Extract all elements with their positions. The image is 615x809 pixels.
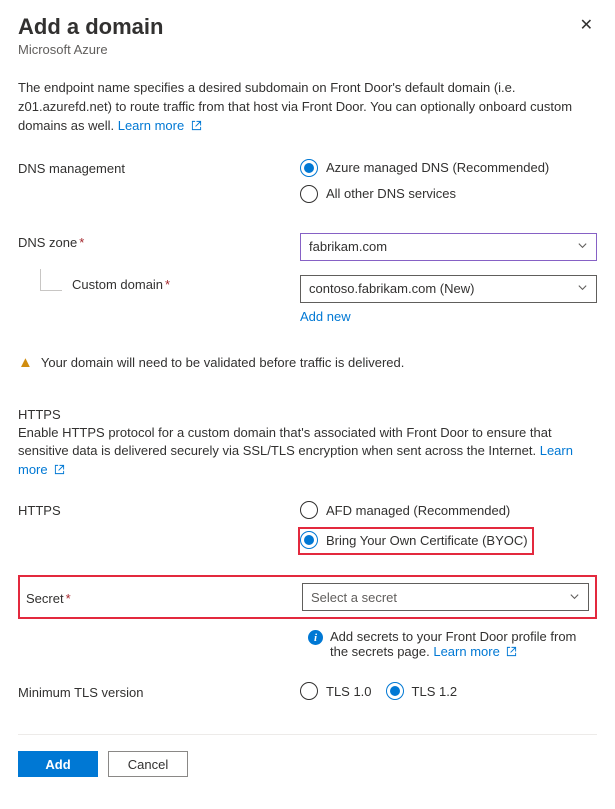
add-button[interactable]: Add (18, 751, 98, 777)
tls-label: Minimum TLS version (18, 683, 300, 700)
intro-body: The endpoint name specifies a desired su… (18, 80, 572, 133)
https-section-title: HTTPS (18, 407, 597, 422)
tls-12-radio[interactable]: TLS 1.2 (386, 682, 458, 700)
add-new-link[interactable]: Add new (300, 309, 351, 324)
secret-placeholder: Select a secret (311, 590, 397, 605)
dns-zone-label: DNS zone* (18, 233, 300, 250)
radio-selected-icon (386, 682, 404, 700)
radio-selected-icon (300, 159, 318, 177)
tls-10-radio[interactable]: TLS 1.0 (300, 682, 372, 700)
radio-unselected-icon (300, 501, 318, 519)
dns-mgmt-azure-label: Azure managed DNS (Recommended) (326, 160, 549, 175)
chevron-down-icon (577, 281, 588, 296)
secret-info-text: Add secrets to your Front Door profile f… (330, 629, 597, 660)
dns-mgmt-azure-radio[interactable]: Azure managed DNS (Recommended) (300, 159, 597, 177)
secret-learn-more-link[interactable]: Learn more (433, 644, 517, 659)
dns-management-label: DNS management (18, 159, 300, 176)
info-icon: i (308, 630, 323, 645)
https-afd-radio[interactable]: AFD managed (Recommended) (300, 501, 597, 519)
radio-unselected-icon (300, 682, 318, 700)
radio-selected-icon (300, 531, 318, 549)
warning-text: Your domain will need to be validated be… (41, 355, 405, 370)
secret-select[interactable]: Select a secret (302, 583, 589, 611)
chevron-down-icon (569, 590, 580, 605)
panel-title: Add a domain (18, 14, 163, 40)
secret-label: Secret* (26, 589, 302, 606)
custom-domain-label: Custom domain* (72, 277, 300, 292)
https-byoc-radio[interactable]: Bring Your Own Certificate (BYOC) (300, 531, 528, 549)
close-icon[interactable]: ✕ (576, 14, 597, 38)
tls-10-label: TLS 1.0 (326, 684, 372, 699)
dns-zone-select[interactable]: fabrikam.com (300, 233, 597, 261)
radio-unselected-icon (300, 185, 318, 203)
https-afd-label: AFD managed (Recommended) (326, 503, 510, 518)
custom-domain-select[interactable]: contoso.fabrikam.com (New) (300, 275, 597, 303)
intro-learn-more-link[interactable]: Learn more (118, 118, 202, 133)
intro-text: The endpoint name specifies a desired su… (18, 79, 597, 137)
footer-separator (18, 734, 597, 735)
external-link-icon (54, 462, 65, 481)
custom-domain-value: contoso.fabrikam.com (New) (309, 281, 474, 296)
https-byoc-label: Bring Your Own Certificate (BYOC) (326, 533, 528, 548)
dns-zone-value: fabrikam.com (309, 239, 387, 254)
tls-12-label: TLS 1.2 (412, 684, 458, 699)
external-link-icon (506, 645, 517, 660)
chevron-down-icon (577, 239, 588, 254)
external-link-icon (191, 118, 202, 137)
tree-connector-icon (40, 269, 62, 291)
intro-learn-more-label: Learn more (118, 118, 184, 133)
warning-icon: ▲ (18, 354, 33, 371)
panel-subtitle: Microsoft Azure (18, 42, 163, 57)
cancel-button[interactable]: Cancel (108, 751, 188, 777)
dns-mgmt-other-label: All other DNS services (326, 186, 456, 201)
https-section-desc: Enable HTTPS protocol for a custom domai… (18, 424, 597, 482)
dns-mgmt-other-radio[interactable]: All other DNS services (300, 185, 597, 203)
secret-learn-more-label: Learn more (433, 644, 499, 659)
https-label: HTTPS (18, 501, 300, 518)
